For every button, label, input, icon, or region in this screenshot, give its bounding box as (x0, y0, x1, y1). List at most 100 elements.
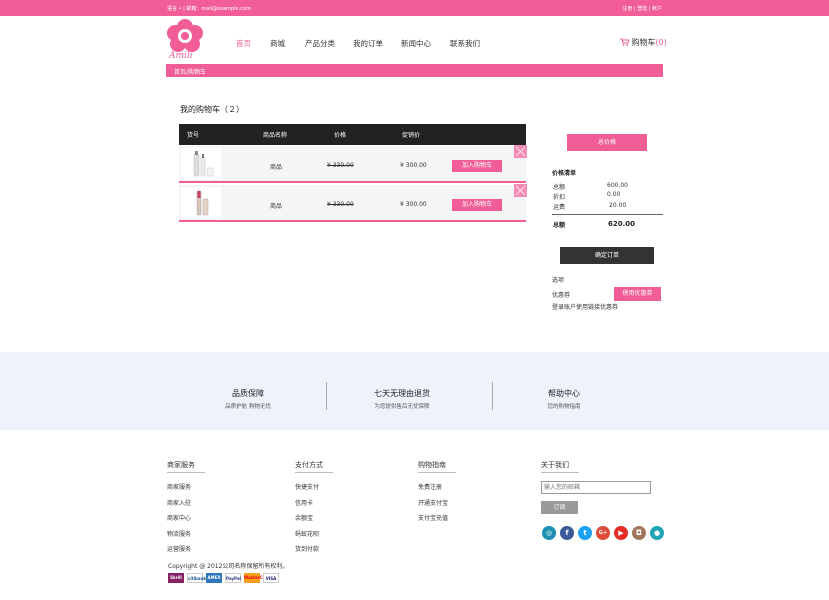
original-price: ¥ 330.00 (327, 201, 354, 208)
remove-item-button[interactable] (514, 145, 527, 158)
guarantee-title: 品质保障 (232, 389, 264, 398)
login-coupon-note[interactable]: 登录账户使用链接优惠券 (552, 302, 618, 311)
footer-link[interactable]: 开通支付宝 (418, 498, 456, 507)
guarantee-band: 品质保障 品质护航 购物无忧 七天无理由退货 为您提供售后无忧保障 帮助中心 您… (0, 352, 829, 430)
guarantee-returns: 七天无理由退货 为您提供售后无忧保障 (362, 388, 442, 410)
grand-total-value: 620.00 (608, 220, 636, 228)
col-sale-price: 促销价 (402, 132, 421, 139)
shipping-label: 运费 (553, 204, 566, 211)
page-title: 我的购物车（２） (180, 105, 244, 114)
subtotal-value: 600.00 (607, 182, 628, 189)
divider (492, 382, 493, 410)
add-to-cart-button[interactable]: 加入购物车 (452, 199, 502, 211)
facebook-icon[interactable]: f (560, 526, 574, 540)
table-row: 商品 ¥ 330.00 ¥ 300.00 加入购物车 (179, 145, 527, 183)
mastercard-icon: MasterCard (244, 573, 270, 583)
topbar-language-email[interactable]: 语言 • | 邮箱：mail@example.com (167, 5, 251, 12)
footer-link[interactable]: 蚂蚁花呗 (295, 529, 333, 538)
nav-my-orders[interactable]: 我的订单 (353, 38, 383, 49)
guarantee-help: 帮助中心 您的购物指南 (524, 388, 604, 410)
footer-heading: 支付方式 (295, 458, 333, 473)
footer-merchant-services: 商家服务 商家服务 商家入驻 商家中心 物流服务 运营服务 (167, 458, 205, 560)
nav-mall[interactable]: 商城 (270, 38, 285, 49)
footer-link[interactable]: 物流服务 (167, 529, 205, 538)
footer-heading: 关于我们 (541, 458, 579, 473)
paypal-icon: PayPal (225, 573, 241, 583)
col-sku: 货号 (187, 132, 200, 139)
product-thumbnail[interactable] (181, 148, 221, 180)
options-label: 选项 (552, 277, 565, 284)
footer-link[interactable]: 货到付款 (295, 544, 333, 553)
footer-link[interactable]: 支付宝充值 (418, 513, 456, 522)
product-name: 商品 (270, 203, 283, 210)
cart-table-header: 货号 商品名称 价格 促销价 (179, 124, 526, 145)
footer-shopping-guide: 购物指南 免费注册 开通支付宝 支付宝充值 (418, 458, 456, 529)
col-price: 价格 (334, 132, 347, 139)
footer-link[interactable]: 快捷支付 (295, 482, 333, 491)
footer-about-us: 关于我们 (541, 458, 579, 482)
confirm-order-button[interactable]: 确定订单 (560, 247, 654, 264)
topbar-account-links[interactable]: 注册 | 登陆 | 帐户 (622, 5, 662, 12)
footer-payment-methods: 支付方式 快捷支付 信用卡 余额宝 蚂蚁花呗 货到付款 (295, 458, 333, 560)
guarantee-subtitle: 为您提供售后无忧保障 (374, 404, 430, 410)
copyright-text: Copyright @ 2012公司名称保留所有权利。 (168, 563, 289, 570)
flower-logo-icon (167, 19, 203, 52)
nav-home[interactable]: 首页 (236, 38, 251, 49)
footer-link[interactable]: 商家服务 (167, 482, 205, 491)
grand-total-label: 总额 (553, 222, 566, 229)
amex-icon: AMEX (206, 573, 222, 583)
nav-news[interactable]: 新闻中心 (401, 38, 431, 49)
logo-text: Amili (169, 51, 193, 61)
subtotal-label: 总额 (553, 184, 566, 191)
guarantee-quality: 品质保障 品质护航 购物无忧 (208, 388, 288, 410)
guarantee-title: 帮助中心 (548, 389, 580, 398)
nav-categories[interactable]: 产品分类 (305, 38, 335, 49)
footer-link[interactable]: 商家中心 (167, 513, 205, 522)
original-price: ¥ 330.00 (327, 162, 354, 169)
footer-link[interactable]: 运营服务 (167, 544, 205, 553)
breadcrumb[interactable]: 首页/购物车 (166, 64, 663, 77)
lipstick-image (196, 190, 209, 216)
subscribe-button[interactable]: 订阅 (541, 501, 578, 514)
footer-link[interactable]: 信用卡 (295, 498, 333, 507)
dribbble-icon[interactable]: ◎ (542, 526, 556, 540)
sale-price: ¥ 300.00 (400, 162, 427, 169)
footer-link[interactable]: 免费注册 (418, 482, 456, 491)
footer-heading: 购物指南 (418, 458, 456, 473)
table-row: 商品 ¥ 330.00 ¥ 300.00 加入购物车 (179, 184, 527, 222)
footer-link[interactable]: 商家入驻 (167, 498, 205, 507)
top-bar: 语言 • | 邮箱：mail@example.com 注册 | 登陆 | 帐户 (0, 0, 829, 16)
visa-icon: VISA (263, 573, 279, 583)
total-price-button[interactable]: 总价格 (567, 134, 647, 151)
cart-label: 购物车 (631, 38, 656, 47)
footer-heading: 商家服务 (167, 458, 205, 473)
cart-link[interactable]: 购物车(0) (620, 37, 667, 48)
discount-label: 折扣 (553, 194, 566, 201)
shipping-value: 20.00 (609, 202, 627, 209)
divider (326, 382, 327, 410)
instagram-icon[interactable]: ◘ (632, 526, 646, 540)
nav-contact[interactable]: 联系我们 (450, 38, 480, 49)
location-icon[interactable]: ● (650, 526, 664, 540)
remove-item-button[interactable] (514, 184, 527, 197)
guarantee-title: 七天无理由退货 (374, 389, 430, 398)
cosmetics-bottles-image (193, 151, 214, 177)
product-name: 商品 (270, 164, 283, 171)
youtube-icon[interactable]: ▶ (614, 526, 628, 540)
twitter-icon[interactable]: t (578, 526, 592, 540)
divider (552, 214, 663, 215)
col-name: 商品名称 (263, 132, 288, 139)
email-field[interactable] (541, 481, 651, 494)
use-coupon-button[interactable]: 使用优惠券 (614, 287, 661, 301)
close-icon (515, 146, 526, 157)
coupon-label: 优惠券 (552, 292, 571, 299)
product-thumbnail[interactable] (181, 187, 221, 219)
discount-value: 0.00 (607, 191, 621, 198)
guarantee-subtitle: 品质护航 购物无忧 (225, 404, 271, 410)
sale-price: ¥ 300.00 (400, 201, 427, 208)
footer-link[interactable]: 余额宝 (295, 513, 333, 522)
add-to-cart-button[interactable]: 加入购物车 (452, 160, 502, 172)
citibank-icon: citibank (187, 573, 206, 583)
cart-count: (0) (655, 38, 667, 47)
google-plus-icon[interactable]: G+ (596, 526, 610, 540)
